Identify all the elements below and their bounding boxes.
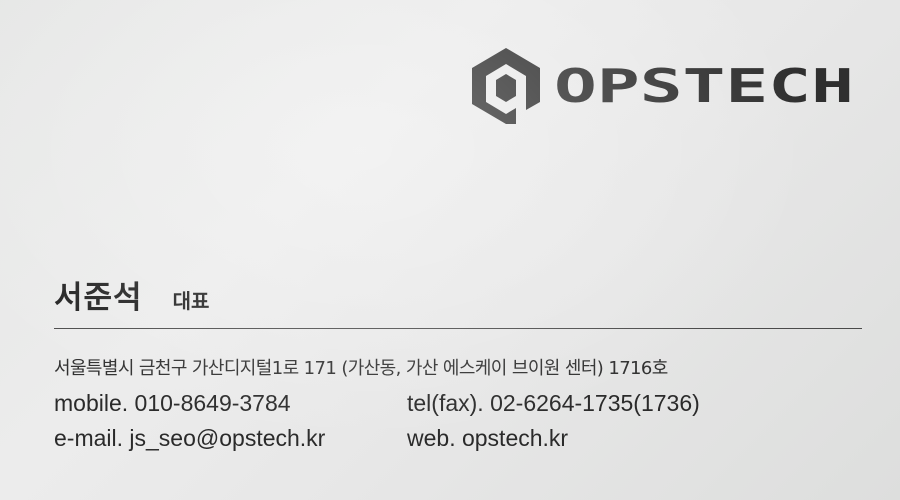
tel-fax-number: tel(fax). 02-6264-1735(1736) [407,390,700,416]
website-address: web. opstech.kr [407,425,569,451]
divider [54,328,862,329]
person-title: 대표 [172,289,210,313]
email-address: e-mail. js_seo@opstech.kr [54,425,326,451]
company-logo: OPSTECH [470,46,870,126]
logo-wordmark: OPSTECH [554,60,854,108]
business-card: OPSTECH 서준석 대표 서울특별시 금천구 가산디지털1로 171 (가산… [0,0,900,500]
logo-wordmark-text: OPSTECH [554,60,854,108]
mobile-number: mobile. 010-8649-3784 [54,390,291,416]
address-line: 서울특별시 금천구 가산디지털1로 171 (가산동, 가산 에스케이 브이원 … [54,358,668,379]
person-block: 서준석 대표 [54,272,209,317]
hexagon-p-logo-icon [472,48,540,124]
person-name: 서준석 [54,280,143,316]
